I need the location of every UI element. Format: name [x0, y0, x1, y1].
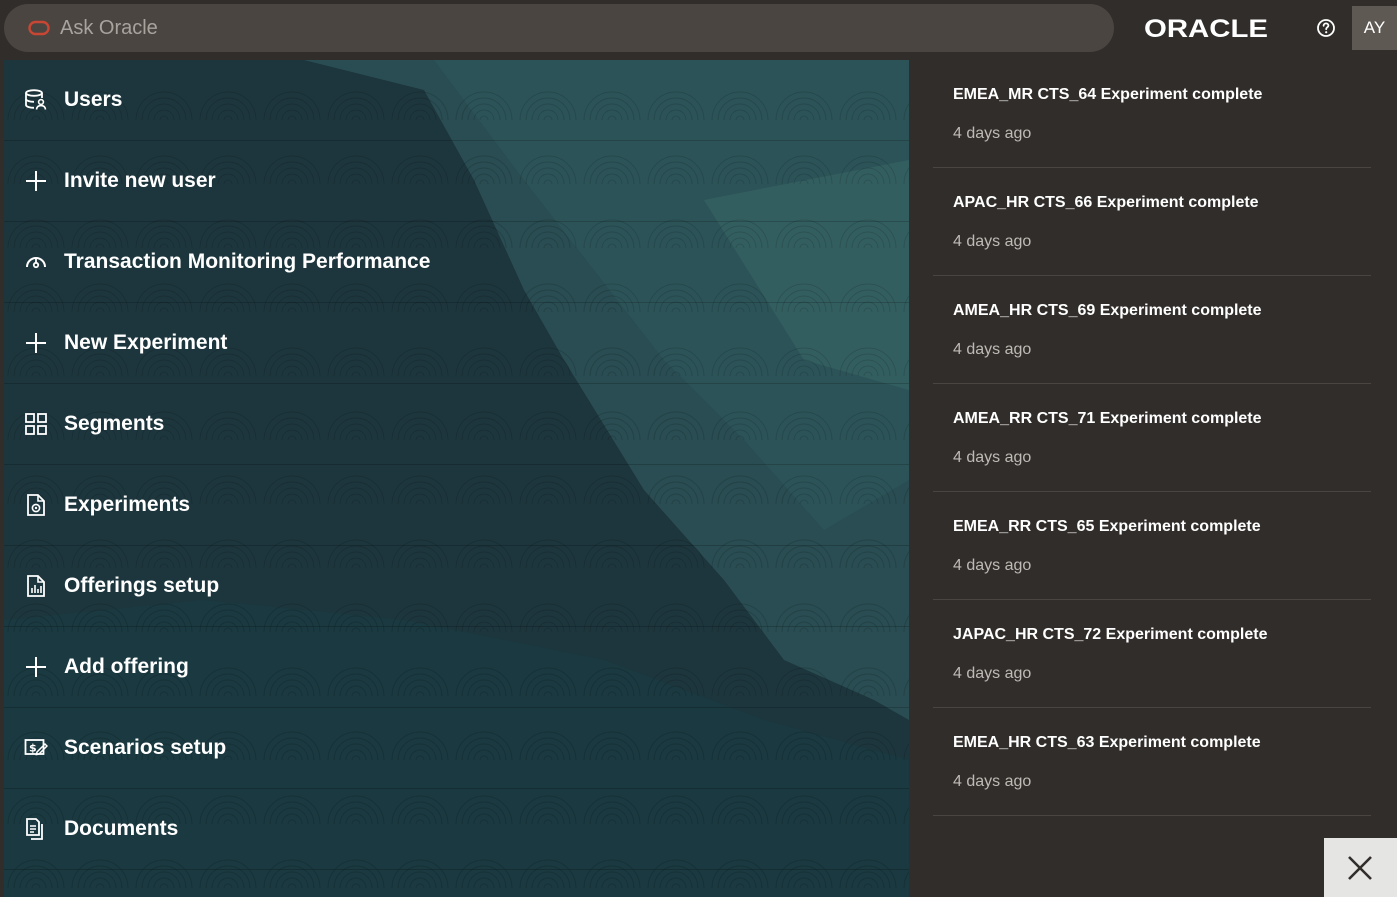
notification-item[interactable]: EMEA_RR CTS_65 Experiment complete 4 day… — [933, 492, 1371, 600]
notification-item[interactable]: AMEA_RR CTS_71 Experiment complete 4 day… — [933, 384, 1371, 492]
notification-item[interactable]: AMEA_HR CTS_69 Experiment complete 4 day… — [933, 276, 1371, 384]
notification-title: APAC_HR CTS_66 Experiment complete — [953, 194, 1259, 211]
gauge-icon — [26, 257, 46, 269]
nav-item-label: Scenarios setup — [64, 736, 227, 759]
users-database-icon — [25, 89, 47, 110]
nav-item-label: Invite new user — [64, 169, 216, 192]
notification-time: 4 days ago — [953, 773, 1032, 790]
nav-item-label: Transaction Monitoring Performance — [64, 250, 431, 273]
notification-time: 4 days ago — [953, 125, 1032, 142]
top-bar: ORACLE AY — [0, 0, 1397, 60]
notification-title: JAPAC_HR CTS_72 Experiment complete — [953, 626, 1268, 643]
notification-title: EMEA_HR CTS_63 Experiment complete — [953, 734, 1261, 751]
notification-title: EMEA_RR CTS_65 Experiment complete — [953, 518, 1261, 535]
notification-title: AMEA_RR CTS_71 Experiment complete — [953, 410, 1262, 427]
notification-item[interactable]: JAPAC_HR CTS_72 Experiment complete 4 da… — [933, 600, 1371, 708]
nav-item-label: Users — [64, 88, 123, 111]
svg-text:$: $ — [29, 742, 37, 755]
nav-item-label: Segments — [64, 412, 165, 435]
documents-icon — [26, 818, 43, 840]
notification-title: AMEA_HR CTS_69 Experiment complete — [953, 302, 1262, 319]
notification-item[interactable]: EMEA_MR CTS_64 Experiment complete 4 day… — [933, 60, 1371, 168]
notification-time: 4 days ago — [953, 341, 1032, 358]
ask-oracle-search[interactable] — [4, 4, 1114, 52]
oracle-logo: ORACLE — [1144, 16, 1268, 40]
plus-icon — [26, 333, 46, 353]
money-screen-icon: $ — [24, 739, 48, 756]
nav-item-experiments[interactable]: Experiments — [4, 465, 909, 546]
plus-icon — [26, 657, 46, 677]
nav-item-label: Add offering — [64, 655, 189, 678]
plus-icon — [26, 171, 46, 191]
close-icon — [1348, 856, 1372, 880]
nav-item-label: Experiments — [64, 493, 191, 516]
notification-time: 4 days ago — [953, 665, 1032, 682]
help-icon[interactable] — [1314, 16, 1338, 40]
notifications-panel: EMEA_MR CTS_64 Experiment complete 4 day… — [909, 60, 1397, 897]
document-chart-icon — [27, 575, 45, 597]
nav-item-new-experiment[interactable]: New Experiment — [4, 303, 909, 384]
svg-text:ORACLE: ORACLE — [1144, 16, 1268, 40]
nav-item-scenarios-setup[interactable]: $ Scenarios setup — [4, 708, 909, 789]
notification-item[interactable]: APAC_HR CTS_66 Experiment complete 4 day… — [933, 168, 1371, 276]
notification-time: 4 days ago — [953, 449, 1032, 466]
notification-title: EMEA_MR CTS_64 Experiment complete — [953, 86, 1263, 103]
nav-item-documents[interactable]: Documents — [4, 789, 909, 870]
notification-time: 4 days ago — [953, 557, 1032, 574]
navigation-panel: Users Invite new user Transaction Monito… — [4, 60, 909, 897]
grid-icon — [25, 413, 47, 435]
nav-item-invite-new-user[interactable]: Invite new user — [4, 141, 909, 222]
nav-item-label: Offerings setup — [64, 574, 220, 597]
nav-item-segments[interactable]: Segments — [4, 384, 909, 465]
search-input[interactable] — [60, 4, 1090, 52]
user-avatar[interactable]: AY — [1352, 6, 1397, 50]
document-gear-icon — [27, 494, 45, 516]
close-button[interactable] — [1324, 838, 1397, 897]
nav-item-offerings-setup[interactable]: Offerings setup — [4, 546, 909, 627]
nav-item-label: Documents — [64, 817, 179, 840]
nav-item-add-offering[interactable]: Add offering — [4, 627, 909, 708]
notification-item[interactable]: EMEA_HR CTS_63 Experiment complete 4 day… — [933, 708, 1371, 816]
nav-item-users[interactable]: Users — [4, 60, 909, 141]
notification-time: 4 days ago — [953, 233, 1032, 250]
oracle-o-icon — [28, 20, 50, 36]
nav-item-label: New Experiment — [64, 331, 228, 354]
nav-item-transaction-monitoring[interactable]: Transaction Monitoring Performance — [4, 222, 909, 303]
